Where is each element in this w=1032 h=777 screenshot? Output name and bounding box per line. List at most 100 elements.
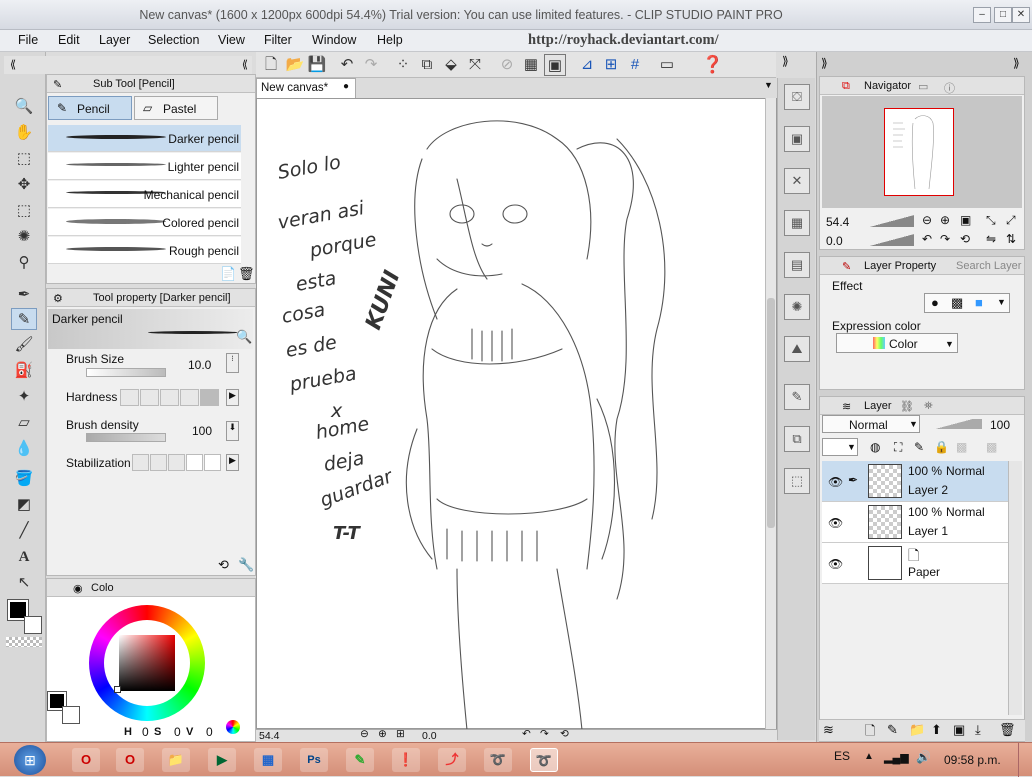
auto-select-icon[interactable]: ✺	[11, 226, 37, 248]
material-folder-icon[interactable]: ⬚	[784, 468, 810, 494]
navigator-tab-label[interactable]: Navigator	[864, 80, 911, 92]
grid-snap-icon[interactable]: #	[624, 54, 646, 76]
sub-color-chip[interactable]	[62, 706, 80, 724]
grid-icon[interactable]: ▦	[520, 54, 542, 76]
material-folder-icon[interactable]: ✕	[784, 168, 810, 194]
new-vector-layer-icon[interactable]: ✎	[887, 722, 898, 738]
zoom-in-icon[interactable]: ⊕	[940, 213, 950, 227]
menu-layer[interactable]: Layer	[99, 33, 130, 47]
object-select-icon[interactable]: ↖	[11, 572, 37, 594]
zoom-tool-icon[interactable]: 🔍	[11, 96, 37, 118]
clip-icon[interactable]: ◍	[870, 440, 880, 454]
menu-file[interactable]: File	[18, 33, 38, 47]
search-layer-tab[interactable]: Search Layer	[956, 260, 1021, 272]
menu-view[interactable]: View	[218, 33, 245, 47]
color-picker-handle[interactable]	[114, 686, 121, 693]
collapse-icon[interactable]: ⟫	[821, 56, 828, 70]
actual-size-icon[interactable]: ▣	[960, 213, 971, 227]
close-button[interactable]: ✕	[1012, 7, 1030, 23]
new-file-icon[interactable]: 🗋	[260, 54, 282, 76]
clear-selection-icon[interactable]: ⁘	[392, 54, 414, 76]
tone-effect-icon[interactable]: ▩	[951, 295, 963, 311]
brush-lighter-pencil[interactable]: Lighter pencil	[48, 153, 241, 180]
gradient-icon[interactable]: ◩	[11, 494, 37, 516]
new-raster-layer-icon[interactable]: 🗋	[865, 722, 875, 744]
pen-tool-icon[interactable]: ✒	[11, 284, 37, 306]
material-folder-icon[interactable]: ▣	[784, 126, 810, 152]
ruler-snap-icon[interactable]: ⊿	[576, 54, 598, 76]
subview-tab-icon[interactable]: ▭	[918, 80, 928, 93]
menu-filter[interactable]: Filter	[264, 33, 292, 47]
tab-pastel[interactable]: ▱ Pastel	[134, 96, 218, 120]
material-folder-icon[interactable]: ⧉	[784, 426, 810, 452]
navigator-rotation-slider[interactable]	[870, 234, 914, 246]
snap-off-icon[interactable]: ⊘	[496, 54, 518, 76]
operation-tool-icon[interactable]: ⬚	[11, 148, 37, 170]
collapse-icon[interactable]: ⟫	[1013, 56, 1020, 70]
layer-scrollbar[interactable]	[1008, 461, 1022, 715]
mask-layer-icon[interactable]: ▣	[953, 722, 965, 738]
brush-mechanical-pencil[interactable]: Mechanical pencil	[48, 181, 241, 208]
menu-help[interactable]: Help	[377, 33, 403, 47]
figure-icon[interactable]: ╱	[11, 520, 37, 542]
undo-icon[interactable]: ↶	[336, 54, 358, 76]
material-folder-icon[interactable]: ⛋	[784, 84, 810, 110]
zoom-in-icon[interactable]: ⊕	[378, 728, 387, 740]
decoration-icon[interactable]: ✦	[11, 386, 37, 408]
animation-tab-icon[interactable]: ⛓	[900, 400, 914, 413]
layer-row-layer-2[interactable]: 👁 ✒ 100 % Normal Layer 2	[822, 461, 1009, 502]
draft-layer-icon[interactable]: ✎	[914, 440, 924, 454]
rotate-left-icon[interactable]: ↶	[922, 232, 932, 246]
app-icon[interactable]: ❗	[392, 748, 420, 772]
rotate-right-icon[interactable]: ↷	[540, 728, 549, 740]
canvas-tab[interactable]: New canvas* ●	[256, 78, 356, 98]
window-mode-icon[interactable]: ▭	[656, 54, 678, 76]
photoshop-icon[interactable]: Ps	[300, 748, 328, 772]
material-folder-icon[interactable]: ▤	[784, 252, 810, 278]
history-tab-icon[interactable]: ⛯	[924, 400, 933, 413]
hue-value[interactable]: 0	[142, 725, 149, 739]
effect-buttons[interactable]: ● ▩ ■ ▼	[924, 293, 1010, 313]
maximize-button[interactable]: □	[994, 7, 1012, 23]
lock-alpha-icon[interactable]: ▩	[956, 440, 967, 454]
folder-icon[interactable]: 📁	[162, 748, 190, 772]
layer-color-select[interactable]: ▼	[822, 438, 858, 456]
density-pressure-icon[interactable]: ⬇	[226, 421, 239, 441]
eraser-icon[interactable]: ▱	[11, 412, 37, 434]
eye-icon[interactable]: 👁	[828, 557, 843, 571]
collapse-icon[interactable]: ⟪	[10, 58, 16, 71]
crop-icon[interactable]: ⧉	[416, 54, 438, 76]
zoom-out-icon[interactable]: ⊖	[360, 728, 369, 740]
app-icon[interactable]: ⤴	[438, 748, 466, 772]
layer-row-layer-1[interactable]: 👁 100 % Normal Layer 1	[822, 502, 1009, 543]
reset-rotation-icon[interactable]: ⟲	[560, 728, 569, 740]
close-tab-icon[interactable]: ●	[343, 81, 349, 92]
opacity-slider[interactable]	[926, 419, 982, 429]
reset-settings-icon[interactable]: ⟲	[218, 557, 229, 573]
eye-icon[interactable]: 👁	[828, 516, 843, 530]
new-folder-icon[interactable]: 📁	[909, 722, 925, 738]
paint-tool-icon[interactable]: ✎	[346, 748, 374, 772]
start-button[interactable]: ⊞	[14, 745, 46, 775]
eyedropper-icon[interactable]: ⚲	[11, 252, 37, 274]
tab-pencil[interactable]: ✎ Pencil	[48, 96, 132, 120]
hardness-arrow-icon[interactable]: ▶	[226, 389, 239, 406]
airbrush-icon[interactable]: ⛽	[11, 360, 37, 382]
stabilization-arrow-icon[interactable]: ▶	[226, 454, 239, 471]
flip-horizontal-icon[interactable]: ⇋	[986, 232, 996, 246]
hardness-selector[interactable]	[120, 389, 220, 406]
collapse-icon[interactable]: ⟫	[782, 54, 789, 68]
navigator-zoom-value[interactable]: 54.4	[826, 215, 849, 229]
scrollbar-thumb[interactable]	[767, 298, 775, 528]
blend-tool-icon[interactable]: 💧	[11, 438, 37, 460]
fill-tool-icon[interactable]: 🪣	[11, 468, 37, 490]
info-tab-icon[interactable]: ⓘ	[944, 80, 955, 96]
opacity-value[interactable]: 100	[990, 418, 1010, 432]
layer-row-paper[interactable]: 👁 🗋 Paper	[822, 543, 1009, 584]
brush-darker-pencil[interactable]: Darker pencil	[48, 125, 241, 152]
text-tool-icon[interactable]: A	[11, 546, 37, 568]
material-folder-icon[interactable]: ⛰	[784, 336, 810, 362]
menu-selection[interactable]: Selection	[148, 33, 199, 47]
pencil-tool-icon[interactable]: ✎	[11, 308, 37, 330]
flip-vertical-icon[interactable]: ⇅	[1006, 232, 1016, 246]
